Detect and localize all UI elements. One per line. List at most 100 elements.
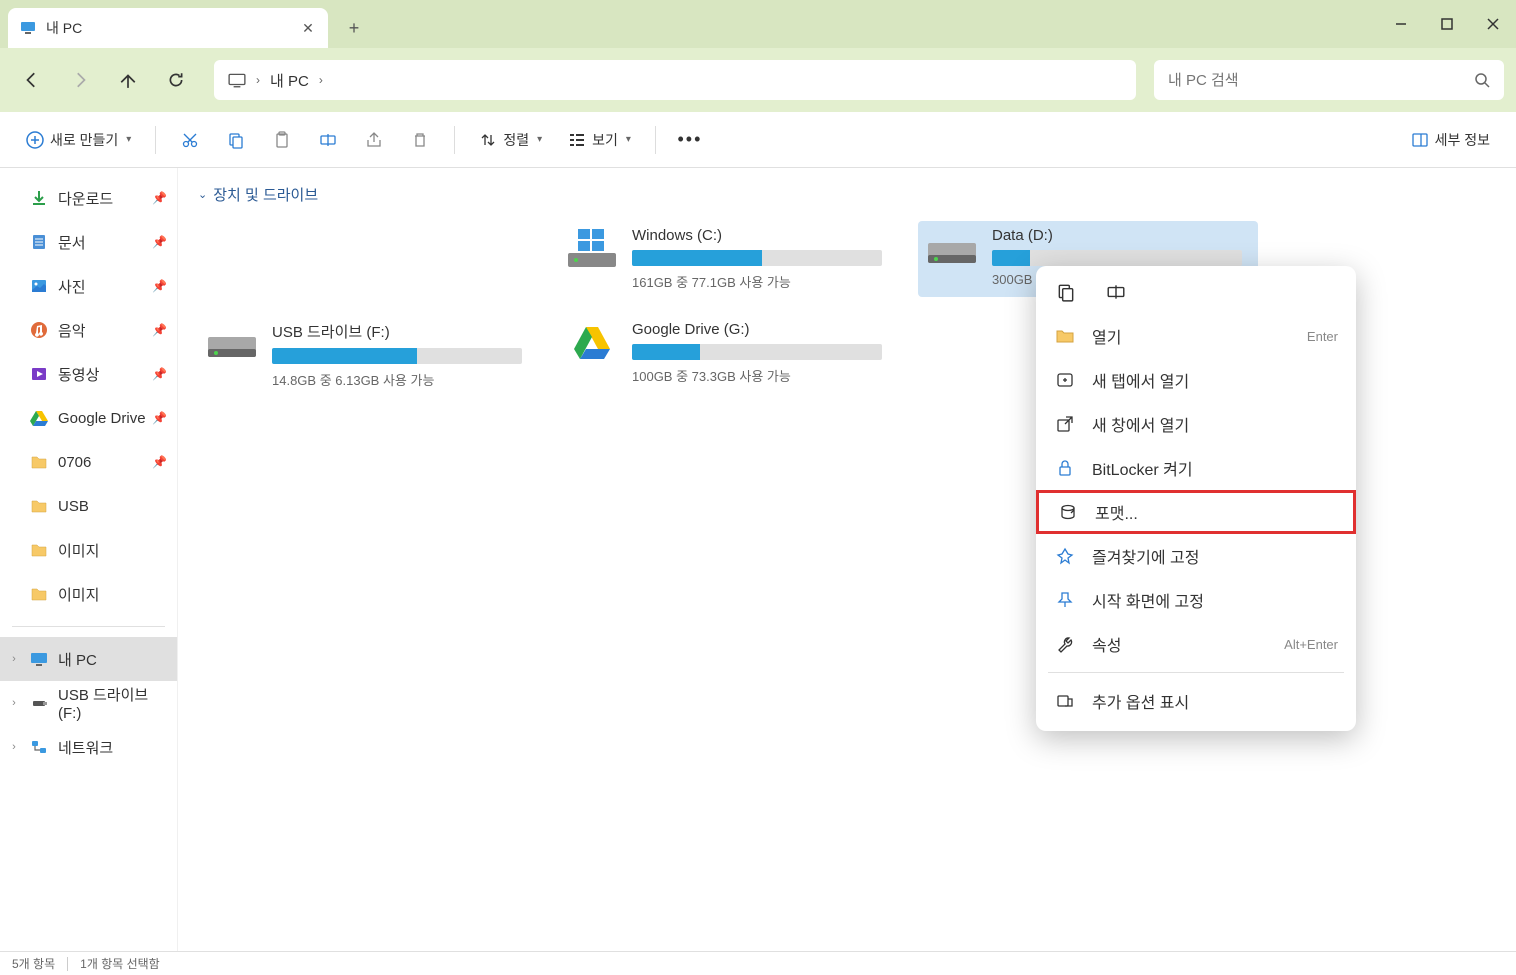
rename-button[interactable]	[1104, 280, 1128, 304]
search-input[interactable]	[1168, 72, 1474, 89]
sidebar-item[interactable]: 음악📌	[0, 308, 177, 352]
ctx-format-label: 포맷...	[1095, 500, 1138, 524]
sidebar-item[interactable]: 사진📌	[0, 264, 177, 308]
minimize-button[interactable]	[1378, 0, 1424, 48]
drive-item[interactable]: Google Drive (G:) 100GB 중 73.3GB 사용 가능	[558, 315, 898, 395]
status-selected: 1개 항목 선택함	[80, 955, 160, 972]
arrow-right-icon	[71, 71, 89, 89]
ctx-newtab[interactable]: 새 탭에서 열기	[1036, 358, 1356, 402]
cut-button[interactable]	[170, 122, 210, 158]
sidebar-item-thispc[interactable]: ›내 PC	[0, 637, 177, 681]
new-button[interactable]: 새로 만들기 ▾	[16, 122, 141, 158]
forward-button[interactable]	[60, 60, 100, 100]
sidebar-item[interactable]: USB	[0, 484, 177, 528]
close-button[interactable]	[1470, 0, 1516, 48]
ctx-open-shortcut: Enter	[1307, 329, 1338, 344]
ctx-pinfav-label: 즐겨찾기에 고정	[1092, 544, 1200, 568]
ctx-newwindow-label: 새 창에서 열기	[1092, 412, 1189, 436]
status-count: 5개 항목	[12, 955, 55, 972]
pin-icon: 📌	[152, 411, 167, 425]
ctx-open[interactable]: 열기 Enter	[1036, 314, 1356, 358]
ctx-newwindow[interactable]: 새 창에서 열기	[1036, 402, 1356, 446]
ctx-more[interactable]: 추가 옵션 표시	[1036, 679, 1356, 723]
ctx-properties-label: 속성	[1092, 632, 1121, 656]
arrow-left-icon	[23, 71, 41, 89]
view-button[interactable]: 보기 ▾	[558, 122, 641, 158]
new-tab-button[interactable]: +	[338, 12, 370, 44]
pin-icon: 📌	[152, 191, 167, 205]
scissors-icon	[181, 131, 199, 149]
trash-icon	[411, 131, 429, 149]
sort-button[interactable]: 정렬 ▾	[469, 122, 552, 158]
tab-close-button[interactable]: ✕	[300, 20, 316, 36]
delete-button[interactable]	[400, 122, 440, 158]
view-label: 보기	[592, 130, 618, 150]
toolbar: 새로 만들기 ▾ 정렬 ▾ 보기 ▾ ••• 세부 정보	[0, 112, 1516, 168]
sidebar-item-usb[interactable]: ›USB 드라이브 (F:)	[0, 681, 177, 725]
details-button[interactable]: 세부 정보	[1401, 122, 1500, 158]
wrench-icon	[1054, 633, 1076, 655]
drive-item[interactable]: USB 드라이브 (F:) 14.8GB 중 6.13GB 사용 가능	[198, 315, 538, 395]
copy-button[interactable]	[216, 122, 256, 158]
sidebar-item[interactable]: 이미지	[0, 528, 177, 572]
drive-capacity-text: 14.8GB 중 6.13GB 사용 가능	[272, 370, 532, 389]
drive-icon	[924, 227, 980, 271]
chevron-down-icon: ▾	[126, 134, 131, 145]
drive-icon	[564, 227, 620, 271]
chevron-right-icon[interactable]: ›	[6, 697, 22, 709]
paste-button[interactable]	[262, 122, 302, 158]
share-button[interactable]	[354, 122, 394, 158]
ctx-open-label: 열기	[1092, 324, 1121, 348]
back-button[interactable]	[12, 60, 52, 100]
ctx-pinfav[interactable]: 즐겨찾기에 고정	[1036, 534, 1356, 578]
address-bar[interactable]: › 내 PC ›	[214, 60, 1136, 100]
tab-current[interactable]: 내 PC ✕	[8, 8, 328, 48]
chevron-right-icon[interactable]: ›	[6, 741, 22, 753]
sidebar-item-label: 다운로드	[58, 188, 113, 209]
chevron-right-icon: ›	[319, 73, 323, 87]
search-bar[interactable]	[1154, 60, 1504, 100]
copy-button[interactable]	[1054, 280, 1078, 304]
sidebar-item[interactable]: 동영상📌	[0, 352, 177, 396]
group-header[interactable]: ⌄ 장치 및 드라이브	[198, 184, 1496, 205]
ellipsis-icon: •••	[677, 129, 702, 150]
chevron-right-icon[interactable]: ›	[6, 653, 22, 665]
drive-info: Google Drive (G:) 100GB 중 73.3GB 사용 가능	[632, 321, 892, 385]
address-segment[interactable]: 내 PC	[270, 70, 309, 91]
sidebar[interactable]: 다운로드 📌 문서📌사진📌음악📌동영상📌Google Drive📌0706📌USB 이…	[0, 168, 178, 951]
drive-name: Windows (C:)	[632, 227, 892, 244]
sidebar-item[interactable]: 이미지	[0, 572, 177, 616]
sidebar-item[interactable]: 다운로드 📌	[0, 176, 177, 220]
drive-icon	[204, 321, 260, 365]
details-label: 세부 정보	[1435, 130, 1490, 150]
rename-button[interactable]	[308, 122, 348, 158]
maximize-button[interactable]	[1424, 0, 1470, 48]
titlebar: 내 PC ✕ +	[0, 0, 1516, 48]
window-buttons	[1378, 0, 1516, 48]
drive-item[interactable]: Windows (C:) 161GB 중 77.1GB 사용 가능	[558, 221, 898, 297]
ctx-format[interactable]: 포맷...	[1036, 490, 1356, 534]
sidebar-item-network[interactable]: ›네트워크	[0, 725, 177, 769]
drive-info: USB 드라이브 (F:) 14.8GB 중 6.13GB 사용 가능	[272, 321, 532, 389]
ctx-properties[interactable]: 속성 Alt+Enter	[1036, 622, 1356, 666]
pin-icon	[1054, 545, 1076, 567]
sidebar-item[interactable]: 문서📌	[0, 220, 177, 264]
drive-name: Data (D:)	[992, 227, 1252, 244]
ctx-pinstart[interactable]: 시작 화면에 고정	[1036, 578, 1356, 622]
refresh-button[interactable]	[156, 60, 196, 100]
ctx-bitlocker[interactable]: BitLocker 켜기	[1036, 446, 1356, 490]
folder-icon	[30, 497, 48, 515]
navbar: › 내 PC ›	[0, 48, 1516, 112]
monitor-icon	[228, 71, 246, 89]
sidebar-item[interactable]: Google Drive📌	[0, 396, 177, 440]
status-bar: 5개 항목 1개 항목 선택함	[0, 951, 1516, 975]
format-icon	[1057, 501, 1079, 523]
sidebar-item[interactable]: 0706📌	[0, 440, 177, 484]
up-button[interactable]	[108, 60, 148, 100]
minimize-icon	[1395, 18, 1407, 30]
more-button[interactable]: •••	[670, 122, 710, 158]
sidebar-item-label: 이미지	[58, 584, 99, 605]
details-icon	[1411, 131, 1429, 149]
ctx-bitlocker-label: BitLocker 켜기	[1092, 456, 1193, 480]
sidebar-item-label: 이미지	[58, 540, 99, 561]
